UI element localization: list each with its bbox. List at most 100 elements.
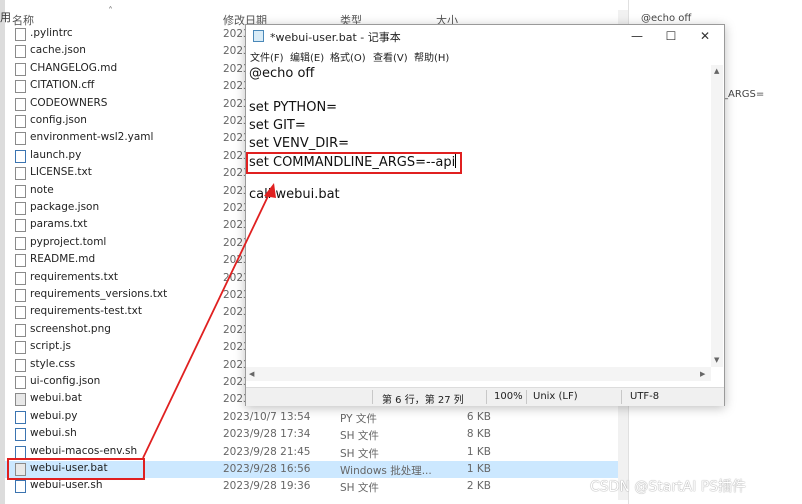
code-line-echo: @echo off [249,66,315,81]
text-file-icon [15,219,26,233]
file-icon [15,80,26,94]
maximize-button[interactable]: ☐ [654,25,688,47]
code-line-python: set PYTHON= [249,100,338,115]
file-type: SH 文件 [340,482,379,495]
file-icon [15,184,26,198]
file-name: webui-user.sh [30,479,103,492]
status-divider [372,390,373,404]
shell-file-icon [15,445,26,459]
file-name: script.js [30,340,71,353]
menu-help[interactable]: 帮助(H) [414,49,449,64]
status-divider [526,390,527,404]
file-name: package.json [30,201,100,213]
file-size: 6 KB [466,410,491,423]
text-file-icon [15,306,26,320]
status-zoom: 100% [494,391,523,402]
status-cursor-position: 第 6 行，第 27 列 [382,395,464,406]
code-line-venv: set VENV_DIR= [249,136,349,151]
menu-format[interactable]: 格式(O) [330,49,366,64]
file-icon [15,236,26,250]
code-line-git: set GIT= [249,118,306,133]
shell-file-icon [15,480,26,494]
file-type: PY 文件 [340,412,377,425]
scroll-down-icon[interactable]: ▼ [714,356,719,364]
code-line-call: call webui.bat [249,187,340,202]
file-row[interactable]: webui-user.sh 2023/9/28 19:36 SH 文件 2 KB [5,478,618,495]
minimize-button[interactable]: — [620,25,654,47]
json-file-icon [15,115,26,128]
file-icon [15,62,26,76]
notepad-titlebar[interactable]: *webui-user.bat - 记事本 — ☐ ✕ [246,25,724,47]
file-type: SH 文件 [340,430,379,443]
file-name: params.txt [30,218,88,231]
file-name: requirements.txt [30,270,119,283]
file-name: launch.py [30,148,82,161]
left-edge-label: 用 [0,11,11,24]
file-date: 2023/9/28 17:34 [223,428,311,441]
file-name: LICENSE.txt [30,166,92,179]
file-name: environment-wsl2.yaml [30,131,154,144]
file-icon [15,254,26,268]
file-name: CHANGELOG.md [30,61,118,74]
file-name: webui-macos-env.sh [30,444,138,457]
file-name: cache.json [30,44,86,57]
file-size: 8 KB [466,428,491,441]
notepad-app-icon [253,30,264,42]
file-icon [15,132,26,146]
file-name: webui.py [30,409,78,422]
notepad-title: *webui-user.bat - 记事本 [270,31,401,44]
css-file-icon [15,358,26,372]
sort-arrow-icon[interactable]: ˄ [108,6,113,17]
scroll-up-icon[interactable]: ▲ [714,67,719,75]
file-row[interactable]: webui.py 2023/10/7 13:54 PY 文件 6 KB [5,409,618,426]
notepad-status-bar: 第 6 行，第 27 列 100% Unix (LF) UTF-8 [246,387,724,406]
notepad-horizontal-scrollbar[interactable]: ◀ ▶ [246,367,711,381]
file-date: 2023/9/28 16:56 [223,463,311,475]
file-name: note [30,183,54,196]
file-size: 1 KB [466,445,491,458]
file-name: screenshot.png [30,322,111,335]
shell-file-icon [15,428,26,442]
json-file-icon [15,376,26,389]
text-file-icon [15,271,26,285]
file-row[interactable]: webui.sh 2023/9/28 17:34 SH 文件 8 KB [5,426,618,443]
file-name: style.css [30,357,76,370]
notepad-vertical-scrollbar[interactable]: ▲ ▼ [711,65,723,367]
file-size: 2 KB [466,480,491,493]
background-echo-text: @echo off [641,13,692,24]
csdn-watermark: CSDN @StartAI PS插件 [590,479,747,495]
python-file-icon [15,149,26,163]
notepad-menubar: 文件(F) 编辑(E) 格式(O) 查看(V) 帮助(H) [246,47,724,64]
scroll-left-icon[interactable]: ◀ [249,370,254,378]
status-encoding: UTF-8 [630,391,660,402]
file-icon [15,28,26,41]
batch-file-icon [15,393,26,407]
scroll-right-icon[interactable]: ▶ [700,370,705,378]
file-icon [15,97,26,111]
file-name: .pylintrc [30,27,73,39]
status-divider [621,390,622,404]
notepad-text-area[interactable]: @echo off set PYTHON= set GIT= set VENV_… [249,65,707,367]
python-file-icon [15,410,26,424]
file-date: 2023/9/28 19:36 [223,480,311,493]
menu-view[interactable]: 查看(V) [373,49,408,64]
menu-edit[interactable]: 编辑(E) [290,49,324,64]
text-file-icon [15,167,26,181]
file-date: 2023/9/28 21:45 [223,445,311,458]
notepad-window: *webui-user.bat - 记事本 — ☐ ✕ 文件(F) 编辑(E) … [245,24,725,406]
file-name: config.json [30,114,87,126]
file-name: requirements-test.txt [30,305,142,318]
file-name: pyproject.toml [30,235,107,248]
file-name: webui.sh [30,427,77,440]
file-name: CODEOWNERS [30,96,108,109]
file-name: CITATION.cff [30,79,95,92]
background-args-text: _ARGS= [723,89,765,100]
close-button[interactable]: ✕ [688,25,722,47]
status-divider [486,390,487,404]
menu-file[interactable]: 文件(F) [250,49,284,64]
json-file-icon [15,202,26,215]
commandline-args-highlight-box [246,152,462,174]
file-date: 2023/10/7 13:54 [223,410,311,423]
script-file-icon [15,341,26,355]
file-type: Windows 批处理... [340,465,432,477]
